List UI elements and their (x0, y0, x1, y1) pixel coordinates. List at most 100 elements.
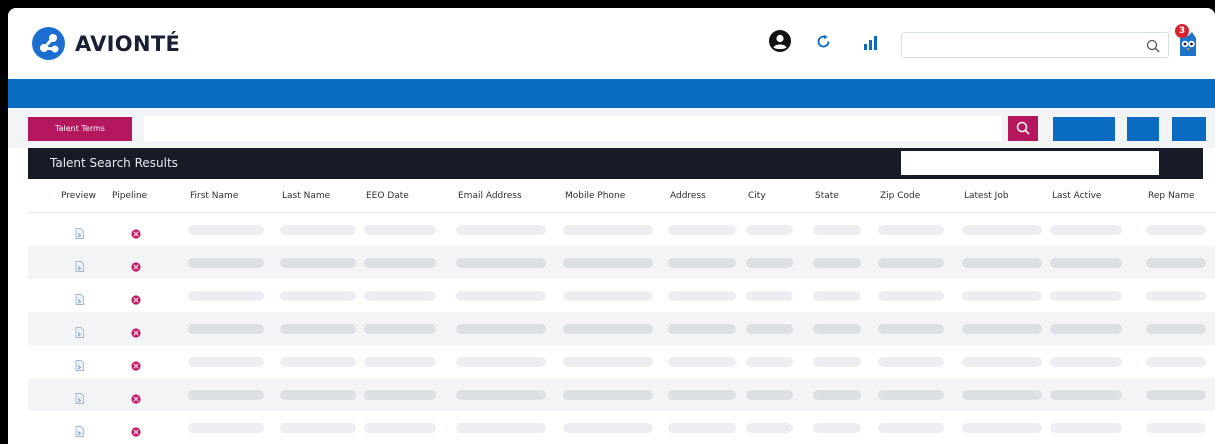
talent-terms-button[interactable]: Talent Terms (28, 117, 132, 141)
column-header-state[interactable]: State (815, 191, 839, 201)
cell-placeholder (962, 324, 1042, 334)
user-circle-icon[interactable] (769, 30, 791, 56)
avionte-logo-icon (32, 27, 65, 60)
column-header-last-name[interactable]: Last Name (282, 191, 330, 201)
global-search (901, 32, 1169, 58)
pipeline-status-icon[interactable] (131, 323, 141, 338)
cell-placeholder (1146, 357, 1206, 367)
column-header-latest-job[interactable]: Latest Job (964, 191, 1009, 201)
table-header: Preview Pipeline First Name Last Name EEO Da… (28, 179, 1215, 213)
search-toolbar: Talent Terms (8, 108, 1215, 148)
column-header-last-active[interactable]: Last Active (1052, 191, 1101, 201)
results-filter-input[interactable] (901, 151, 1159, 175)
cell-placeholder (563, 324, 653, 334)
document-preview-icon[interactable] (75, 323, 84, 342)
pipeline-status-icon[interactable] (131, 257, 141, 272)
column-header-pipeline[interactable]: Pipeline (112, 191, 147, 201)
cell-placeholder (280, 225, 356, 235)
cell-placeholder (188, 291, 264, 301)
refresh-icon[interactable] (816, 34, 831, 53)
cell-placeholder (1050, 423, 1122, 433)
global-search-input[interactable] (902, 33, 1132, 57)
cell-placeholder (1050, 225, 1122, 235)
cell-placeholder (813, 390, 861, 400)
cell-placeholder (188, 423, 264, 433)
column-header-city[interactable]: City (748, 191, 766, 201)
document-preview-icon[interactable] (75, 257, 84, 276)
table-body (28, 213, 1215, 444)
cell-placeholder (668, 390, 736, 400)
cell-placeholder (1146, 291, 1206, 301)
document-preview-icon[interactable] (75, 224, 84, 243)
table-row[interactable] (28, 279, 1215, 312)
toolbar-action-button-3[interactable] (1172, 117, 1206, 141)
cell-placeholder (878, 258, 944, 268)
brand-name: AVIONTÉ (75, 31, 181, 56)
toolbar-action-button-1[interactable] (1053, 117, 1115, 141)
cell-placeholder (962, 357, 1042, 367)
cell-placeholder (1050, 324, 1122, 334)
cell-placeholder (456, 324, 546, 334)
cell-placeholder (364, 324, 436, 334)
table-row[interactable] (28, 213, 1215, 246)
cell-placeholder (280, 357, 356, 367)
notifications-button[interactable]: 3 (1175, 24, 1201, 60)
cell-placeholder (1146, 423, 1206, 433)
cell-placeholder (1146, 225, 1206, 235)
cell-placeholder (280, 258, 356, 268)
document-preview-icon[interactable] (75, 290, 84, 309)
cell-placeholder (1050, 390, 1122, 400)
cell-placeholder (188, 225, 264, 235)
cell-placeholder (878, 291, 944, 301)
cell-placeholder (188, 258, 264, 268)
cell-placeholder (668, 423, 736, 433)
pipeline-status-icon[interactable] (131, 224, 141, 239)
cell-placeholder (813, 423, 861, 433)
cell-placeholder (962, 225, 1042, 235)
table-row[interactable] (28, 312, 1215, 345)
cell-placeholder (813, 291, 861, 301)
column-header-mobile-phone[interactable]: Mobile Phone (565, 191, 625, 201)
column-header-address[interactable]: Address (670, 191, 706, 201)
cell-placeholder (1146, 258, 1206, 268)
pipeline-status-icon[interactable] (131, 290, 141, 305)
bar-chart-icon[interactable] (864, 35, 878, 54)
cell-placeholder (813, 357, 861, 367)
column-header-zip-code[interactable]: Zip Code (880, 191, 920, 201)
table-row[interactable] (28, 411, 1215, 444)
results-title: Talent Search Results (50, 156, 178, 170)
search-icon[interactable] (1146, 38, 1160, 57)
cell-placeholder (668, 357, 736, 367)
column-header-preview[interactable]: Preview (61, 191, 96, 201)
cell-placeholder (280, 390, 356, 400)
pipeline-status-icon[interactable] (131, 389, 141, 404)
document-preview-icon[interactable] (75, 356, 84, 375)
brand-logo[interactable]: AVIONTÉ (32, 27, 180, 60)
results-header: Talent Search Results (28, 148, 1203, 179)
cell-placeholder (746, 390, 793, 400)
toolbar-action-button-2[interactable] (1127, 117, 1159, 141)
cell-placeholder (280, 423, 356, 433)
talent-terms-input[interactable] (144, 116, 1002, 141)
cell-placeholder (188, 390, 264, 400)
cell-placeholder (746, 357, 793, 367)
document-preview-icon[interactable] (75, 389, 84, 408)
column-header-email-address[interactable]: Email Address (458, 191, 522, 201)
cell-placeholder (364, 390, 436, 400)
column-header-first-name[interactable]: First Name (190, 191, 238, 201)
cell-placeholder (668, 291, 736, 301)
search-button[interactable] (1008, 116, 1038, 141)
cell-placeholder (188, 357, 264, 367)
table-row[interactable] (28, 246, 1215, 279)
table-row[interactable] (28, 378, 1215, 411)
cell-placeholder (1050, 357, 1122, 367)
table-row[interactable] (28, 345, 1215, 378)
document-preview-icon[interactable] (75, 422, 84, 441)
app-window: AVIONTÉ 3 Talent Terms Talent Search Res… (8, 8, 1215, 444)
cell-placeholder (878, 225, 944, 235)
column-header-eeo-date[interactable]: EEO Date (366, 191, 409, 201)
notification-count-badge: 3 (1175, 24, 1189, 38)
column-header-rep-name[interactable]: Rep Name (1148, 191, 1195, 201)
pipeline-status-icon[interactable] (131, 356, 141, 371)
pipeline-status-icon[interactable] (131, 422, 141, 437)
